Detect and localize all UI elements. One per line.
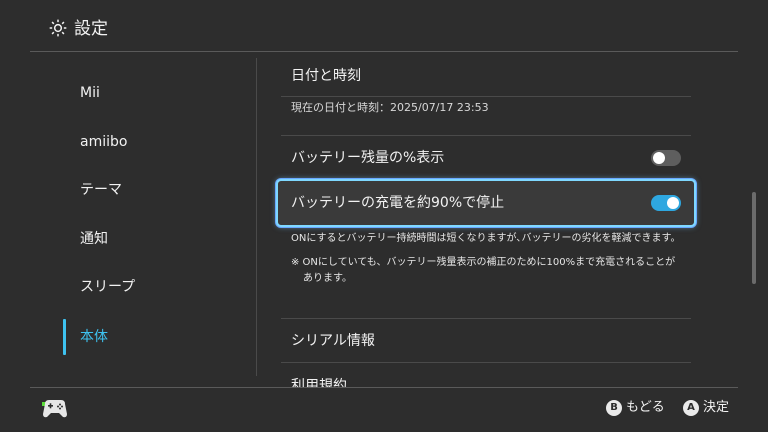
sidebar-item-notifications[interactable]: 通知 xyxy=(30,219,256,259)
sidebar-item-label: スリープ xyxy=(80,279,136,295)
controller-icon xyxy=(43,400,67,418)
serial-info-row[interactable]: シリアル情報 xyxy=(281,320,691,362)
sidebar-item-sleep[interactable]: スリープ xyxy=(30,267,256,307)
toggle-knob xyxy=(653,152,665,164)
serial-info-title: シリアル情報 xyxy=(291,333,375,349)
battery-percent-toggle[interactable] xyxy=(651,150,681,166)
battery-stop-row[interactable]: バッテリーの充電を約90%で停止 xyxy=(276,179,696,227)
sidebar-item-mii[interactable]: Mii xyxy=(30,73,256,113)
active-indicator xyxy=(63,319,66,355)
sidebar: Mii amiibo テーマ 通知 スリープ 本体 xyxy=(30,52,256,388)
sidebar-item-amiibo[interactable]: amiibo xyxy=(30,122,256,162)
sidebar-item-label: Mii xyxy=(80,85,100,101)
sidebar-item-label: amiibo xyxy=(80,134,128,150)
sidebar-item-label: 通知 xyxy=(80,231,108,247)
divider xyxy=(281,96,691,97)
gear-icon xyxy=(49,19,67,37)
battery-note-2: ※ ONにしていても、バッテリー残量表示の補正のために100%まで充電されること… xyxy=(291,257,676,268)
page-title: 設定 xyxy=(74,19,108,39)
b-button-icon: B xyxy=(606,400,622,416)
sidebar-item-system[interactable]: 本体 xyxy=(30,317,256,357)
datetime-title: 日付と時刻 xyxy=(291,68,361,84)
settings-content: 日付と時刻 現在の日付と時刻：2025/07/17 23:53 バッテリー残量の… xyxy=(257,52,757,387)
a-button-icon: A xyxy=(683,400,699,416)
sidebar-item-label: テーマ xyxy=(80,182,122,198)
battery-percent-title: バッテリー残量の%表示 xyxy=(291,150,445,166)
datetime-row[interactable]: 日付と時刻 xyxy=(281,56,691,98)
divider xyxy=(281,362,691,363)
battery-stop-toggle[interactable] xyxy=(651,195,681,211)
footer-divider xyxy=(30,387,738,388)
toggle-knob xyxy=(667,197,679,209)
confirm-label: 決定 xyxy=(703,400,730,415)
battery-note: ONにするとバッテリー持続時間は短くなりますが､バッテリーの劣化を軽減できます。 xyxy=(291,233,681,244)
sidebar-item-label: 本体 xyxy=(80,329,108,345)
battery-note-2-cont: あります。 xyxy=(303,273,352,284)
sidebar-item-theme[interactable]: テーマ xyxy=(30,170,256,210)
back-label: もどる xyxy=(626,400,665,415)
current-datetime-text: 現在の日付と時刻：2025/07/17 23:53 xyxy=(291,101,489,114)
battery-percent-row[interactable]: バッテリー残量の%表示 xyxy=(281,136,691,178)
terms-row[interactable]: 利用規約 xyxy=(281,364,691,387)
terms-title: 利用規約 xyxy=(291,378,347,387)
divider xyxy=(281,318,691,319)
battery-stop-title: バッテリーの充電を約90%で停止 xyxy=(291,195,505,211)
header: 設定 xyxy=(0,0,768,52)
scrollbar[interactable] xyxy=(752,192,756,284)
